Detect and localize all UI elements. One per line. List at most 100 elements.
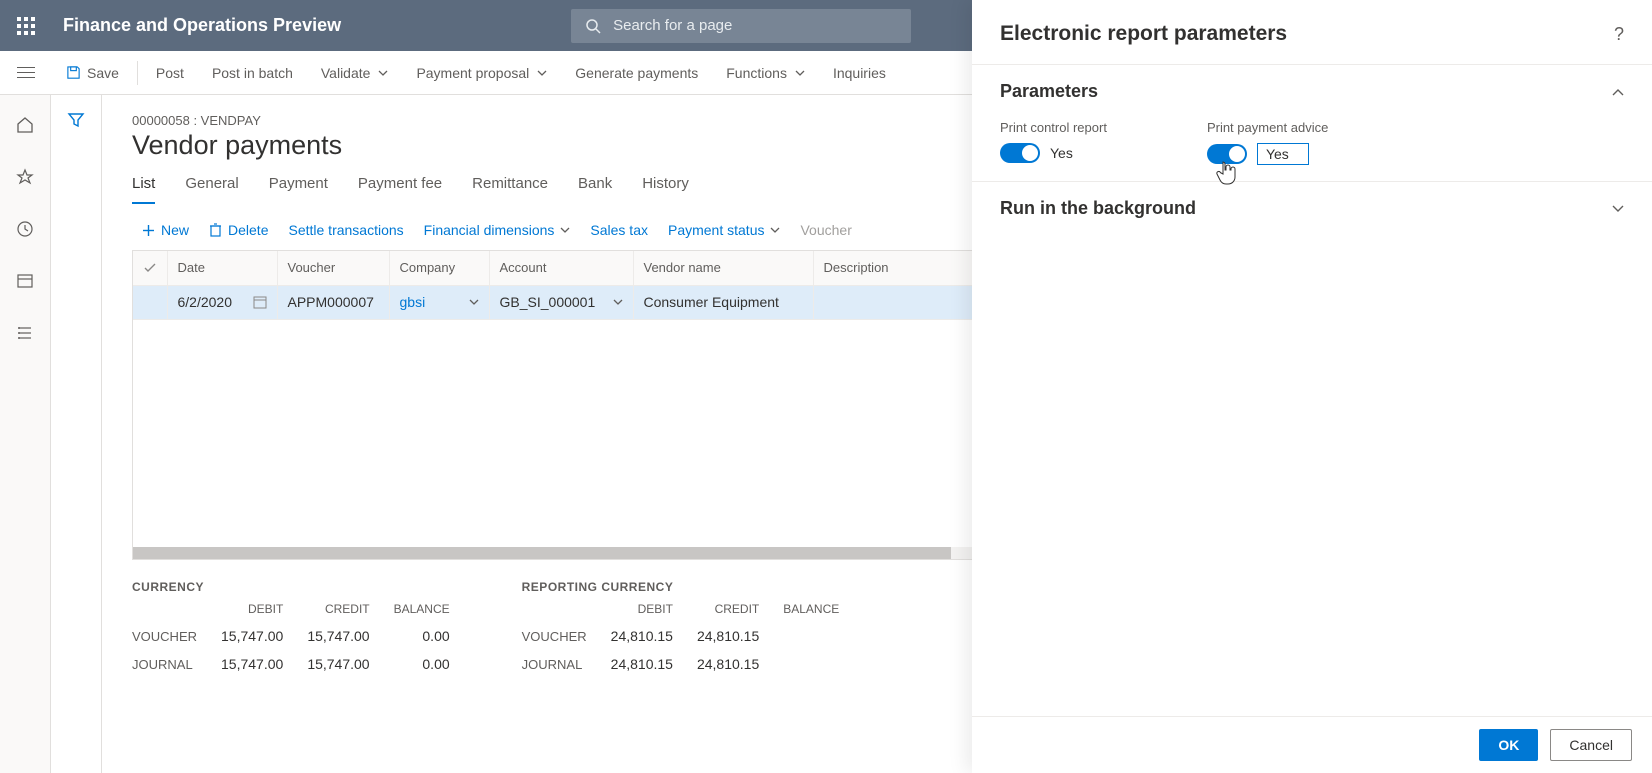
tab-bank[interactable]: Bank	[578, 175, 612, 204]
print-advice-value: Yes	[1257, 143, 1309, 165]
cancel-button[interactable]: Cancel	[1550, 729, 1632, 761]
cell-vendor-name[interactable]: Consumer Equipment	[633, 285, 813, 319]
r-journal-debit: 24,810.15	[599, 650, 685, 678]
col-vendor-name[interactable]: Vendor name	[633, 251, 813, 285]
chevron-down-icon	[1612, 205, 1624, 213]
validate-button[interactable]: Validate	[307, 51, 403, 94]
voucher-label: Voucher	[800, 222, 851, 238]
col-credit: CREDIT	[685, 602, 771, 622]
print-advice-toggle[interactable]	[1207, 144, 1247, 164]
chevron-down-icon[interactable]	[469, 299, 479, 305]
col-date[interactable]: Date	[167, 251, 277, 285]
tab-general[interactable]: General	[185, 175, 238, 204]
col-balance: BALANCE	[771, 602, 851, 622]
settle-transactions-button[interactable]: Settle transactions	[288, 222, 403, 238]
parameters-header[interactable]: Parameters	[1000, 81, 1624, 102]
voucher-credit: 15,747.00	[295, 622, 381, 650]
check-icon	[143, 261, 157, 275]
journal-balance: 0.00	[382, 650, 462, 678]
col-debit: DEBIT	[209, 602, 295, 622]
generate-payments-button[interactable]: Generate payments	[561, 51, 712, 94]
post-in-batch-label: Post in batch	[212, 65, 293, 81]
col-credit: CREDIT	[295, 602, 381, 622]
plus-icon	[142, 224, 155, 237]
recent-icon[interactable]	[9, 213, 41, 245]
cell-account[interactable]: GB_SI_000001	[489, 285, 633, 319]
print-control-option: Print control report Yes	[1000, 120, 1107, 165]
reporting-header: REPORTING CURRENCY	[522, 580, 852, 594]
chevron-up-icon	[1612, 88, 1624, 96]
sales-tax-button[interactable]: Sales tax	[590, 222, 648, 238]
cell-company[interactable]: gbsi	[389, 285, 489, 319]
product-title: Finance and Operations Preview	[63, 15, 341, 36]
modules-icon[interactable]	[9, 317, 41, 349]
post-label: Post	[156, 65, 184, 81]
filter-column	[51, 95, 102, 773]
tab-payment[interactable]: Payment	[269, 175, 328, 204]
delete-button[interactable]: Delete	[209, 222, 268, 238]
r-voucher-credit: 24,810.15	[685, 622, 771, 650]
filter-icon[interactable]	[67, 111, 85, 773]
financial-dimensions-label: Financial dimensions	[424, 222, 555, 238]
delete-label: Delete	[228, 222, 268, 238]
ok-button[interactable]: OK	[1479, 729, 1538, 761]
row-selector[interactable]	[133, 285, 167, 319]
sales-tax-label: Sales tax	[590, 222, 648, 238]
tab-remittance[interactable]: Remittance	[472, 175, 548, 204]
parameters-section: Parameters Print control report Yes Prin…	[972, 64, 1652, 181]
save-button[interactable]: Save	[52, 51, 133, 94]
search-box[interactable]	[571, 9, 911, 43]
cell-voucher[interactable]: APPM000007	[277, 285, 389, 319]
trash-icon	[209, 223, 222, 237]
calendar-icon[interactable]	[253, 295, 267, 309]
generate-payments-label: Generate payments	[575, 65, 698, 81]
tab-payment-fee[interactable]: Payment fee	[358, 175, 442, 204]
tab-history[interactable]: History	[642, 175, 689, 204]
cell-date[interactable]: 6/2/2020	[167, 285, 277, 319]
tab-list[interactable]: List	[132, 175, 155, 204]
favorites-icon[interactable]	[9, 161, 41, 193]
payment-status-button[interactable]: Payment status	[668, 222, 781, 238]
print-control-value: Yes	[1050, 145, 1073, 161]
functions-label: Functions	[726, 65, 787, 81]
new-button[interactable]: New	[142, 222, 189, 238]
nav-toggle-icon[interactable]	[10, 57, 42, 89]
print-advice-option: Print payment advice Yes	[1207, 120, 1328, 165]
payment-proposal-button[interactable]: Payment proposal	[402, 51, 561, 94]
background-header[interactable]: Run in the background	[1000, 198, 1624, 219]
date-value: 6/2/2020	[178, 294, 233, 310]
chevron-down-icon	[795, 70, 805, 76]
company-value: gbsi	[400, 294, 426, 310]
search-icon	[585, 18, 601, 34]
account-value: GB_SI_000001	[500, 294, 596, 310]
financial-dimensions-button[interactable]: Financial dimensions	[424, 222, 571, 238]
parameters-panel: Electronic report parameters ? Parameter…	[972, 0, 1652, 773]
reporting-currency-totals: REPORTING CURRENCY DEBIT CREDIT BALANCE …	[522, 580, 852, 678]
payment-proposal-label: Payment proposal	[416, 65, 529, 81]
voucher-debit: 15,747.00	[209, 622, 295, 650]
help-icon[interactable]: ?	[1614, 24, 1624, 45]
voucher-balance: 0.00	[382, 622, 462, 650]
search-input[interactable]	[611, 16, 897, 35]
print-control-toggle[interactable]	[1000, 143, 1040, 163]
inquiries-button[interactable]: Inquiries	[819, 51, 900, 94]
col-voucher[interactable]: Voucher	[277, 251, 389, 285]
col-account[interactable]: Account	[489, 251, 633, 285]
functions-button[interactable]: Functions	[712, 51, 819, 94]
app-launcher-icon[interactable]	[0, 0, 51, 51]
select-all-header[interactable]	[133, 251, 167, 285]
workspaces-icon[interactable]	[9, 265, 41, 297]
background-section: Run in the background	[972, 181, 1652, 235]
post-in-batch-button[interactable]: Post in batch	[198, 51, 307, 94]
panel-title: Electronic report parameters	[1000, 22, 1614, 46]
home-icon[interactable]	[9, 109, 41, 141]
settle-label: Settle transactions	[288, 222, 403, 238]
divider	[137, 61, 138, 85]
col-company[interactable]: Company	[389, 251, 489, 285]
chevron-down-icon[interactable]	[613, 299, 623, 305]
post-button[interactable]: Post	[142, 51, 198, 94]
parameters-label: Parameters	[1000, 81, 1098, 102]
journal-credit: 15,747.00	[295, 650, 381, 678]
validate-label: Validate	[321, 65, 371, 81]
panel-footer: OK Cancel	[972, 716, 1652, 773]
